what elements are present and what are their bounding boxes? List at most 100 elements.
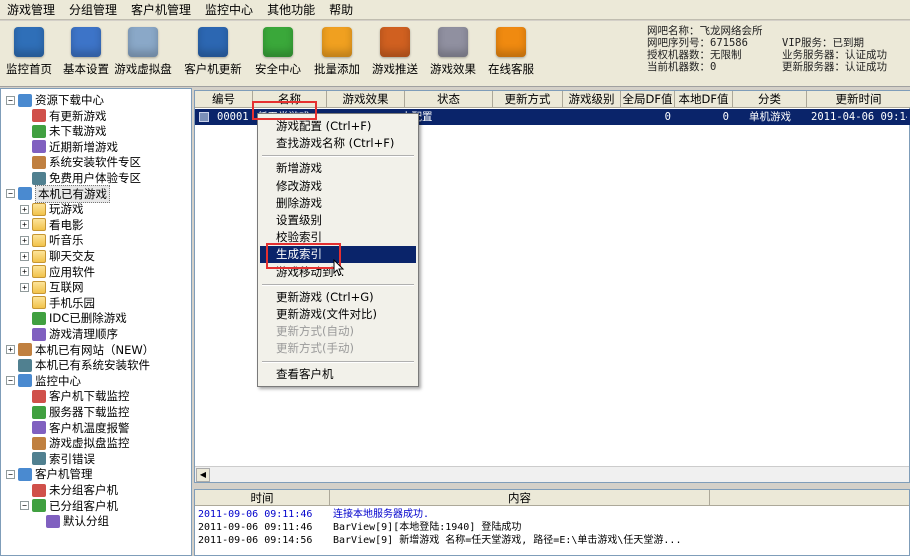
collapse-icon[interactable]: −: [6, 469, 15, 479]
context-menu-item-7[interactable]: 校验索引: [260, 229, 416, 246]
tree-node[interactable]: 手机乐园: [20, 295, 95, 311]
column-header-5[interactable]: 游戏级别: [563, 91, 621, 108]
context-menu-item-11[interactable]: 更新游戏 (Ctrl+G): [260, 289, 416, 306]
tree-node[interactable]: 游戏清理顺序: [20, 326, 118, 342]
log-col-content[interactable]: 内容: [330, 490, 710, 506]
column-header-3[interactable]: 状态: [405, 91, 493, 108]
tree-node[interactable]: 未分组客户机: [20, 482, 118, 498]
tree-node-label: 聊天交友: [49, 249, 95, 263]
tree-node[interactable]: 客户机下载监控: [20, 388, 130, 404]
collapse-icon[interactable]: −: [6, 189, 15, 199]
tree-node[interactable]: + 互联网: [20, 279, 84, 295]
tree-node[interactable]: − 本机已有游戏: [6, 184, 110, 203]
tree-node[interactable]: + 听音乐: [20, 232, 84, 248]
tree-node[interactable]: + 看电影: [20, 217, 84, 233]
expand-icon[interactable]: +: [20, 267, 29, 277]
context-menu-item-12[interactable]: 更新游戏(文件对比): [260, 306, 416, 323]
tree-node-label: 手机乐园: [49, 295, 95, 310]
tree-node[interactable]: 近期新增游戏: [20, 139, 118, 155]
row-game-icon: [199, 112, 209, 122]
collapse-icon[interactable]: −: [20, 501, 29, 511]
tree-node[interactable]: + 应用软件: [20, 264, 95, 280]
toolbar-button-batch-add[interactable]: 批量添加: [308, 25, 366, 83]
context-menu-item-4[interactable]: 修改游戏: [260, 178, 416, 195]
mouse-cursor-icon: [333, 259, 345, 276]
tree-node[interactable]: 有更新游戏: [20, 108, 107, 124]
expand-icon[interactable]: +: [20, 282, 29, 292]
index-error-icon: [32, 452, 46, 466]
toolbar-button-monitor[interactable]: 监控首页: [0, 25, 58, 83]
menu-item-1[interactable]: 分组管理: [62, 0, 124, 20]
column-header-0[interactable]: 编号: [195, 91, 253, 108]
context-menu-item-1[interactable]: 查找游戏名称 (Ctrl+F): [260, 135, 416, 152]
column-header-8[interactable]: 分类: [733, 91, 807, 108]
tree-node[interactable]: IDC已删除游戏: [20, 310, 127, 326]
log-col-time[interactable]: 时间: [195, 490, 330, 506]
expand-icon[interactable]: +: [20, 235, 29, 245]
menu-item-0[interactable]: 游戏管理: [0, 0, 62, 20]
toolbar-button-gear[interactable]: 基本设置: [57, 25, 115, 83]
tree-node[interactable]: 默认分组: [34, 513, 109, 529]
context-menu-item-5[interactable]: 删除游戏: [260, 195, 416, 212]
toolbar-label: 安全中心: [255, 62, 301, 76]
tree-node[interactable]: 免费用户体验专区: [20, 170, 141, 186]
tree-node[interactable]: + 玩游戏: [20, 201, 84, 217]
tree-node[interactable]: 客户机温度报警: [20, 420, 130, 436]
collapse-icon[interactable]: −: [6, 376, 15, 386]
context-menu-item-16[interactable]: 查看客户机: [260, 366, 416, 383]
context-menu-item-3[interactable]: 新增游戏: [260, 160, 416, 177]
expand-icon[interactable]: +: [20, 220, 29, 230]
tree-node-label: 免费用户体验专区: [49, 171, 141, 185]
column-header-6[interactable]: 全局DF值: [621, 91, 675, 108]
bar-name: 网吧名称：飞龙网络会所: [647, 25, 763, 37]
tree-node[interactable]: 系统安装软件专区: [20, 154, 141, 170]
tree-node[interactable]: + 本机已有网站（NEW）: [6, 342, 154, 358]
context-menu-item-6[interactable]: 设置级别: [260, 212, 416, 229]
install-icon: [32, 155, 46, 169]
tree-node[interactable]: − 监控中心: [6, 373, 81, 389]
toolbar-button-update[interactable]: 客户机更新: [184, 25, 242, 83]
toolbar-button-shield[interactable]: 安全中心: [249, 25, 307, 83]
column-header-9[interactable]: 更新时间: [807, 91, 910, 108]
folder-icon: [32, 280, 46, 294]
current-count: 当前机器数：0: [647, 61, 717, 73]
tree-node[interactable]: 游戏虚拟盘监控: [20, 435, 130, 451]
tree-node-label: 本机已有网站（NEW）: [35, 342, 155, 357]
shield-icon: [263, 27, 293, 57]
tree-node[interactable]: 本机已有系统安装软件: [6, 357, 150, 373]
expand-icon[interactable]: +: [6, 345, 15, 355]
toolbar-button-chat[interactable]: 在线客服: [482, 25, 540, 83]
horizontal-scrollbar[interactable]: ◀: [195, 466, 909, 482]
disk-icon: [128, 27, 158, 57]
toolbar-button-push[interactable]: 游戏推送: [366, 25, 424, 83]
toolbar-button-gamepad[interactable]: 游戏效果: [424, 25, 482, 83]
menu-separator: [262, 283, 414, 286]
menu-item-4[interactable]: 其他功能: [260, 0, 322, 20]
menu-item-2[interactable]: 客户机管理: [124, 0, 198, 20]
column-header-1[interactable]: 名称: [253, 91, 327, 108]
expand-icon[interactable]: +: [20, 204, 29, 214]
tree-node[interactable]: − 已分组客户机: [20, 498, 118, 514]
tree-node[interactable]: 未下载游戏: [20, 123, 107, 139]
tree-node-label: 应用软件: [49, 264, 95, 279]
column-header-7[interactable]: 本地DF值: [675, 91, 733, 108]
menu-item-3[interactable]: 监控中心: [198, 0, 260, 20]
menu-separator: [262, 360, 414, 363]
tree-node[interactable]: − 资源下载中心: [6, 92, 104, 108]
context-menu-item-14[interactable]: 更新方式(手动): [260, 340, 416, 357]
tree-node[interactable]: − 客户机管理: [6, 466, 93, 482]
scroll-left-arrow-icon[interactable]: ◀: [196, 468, 210, 482]
tree-node[interactable]: 索引错误: [20, 451, 95, 467]
tree-node[interactable]: 服务器下载监控: [20, 404, 130, 420]
column-header-4[interactable]: 更新方式: [493, 91, 563, 108]
tree-node[interactable]: + 聊天交友: [20, 248, 95, 264]
toolbar-button-disk[interactable]: 游戏虚拟盘: [114, 25, 172, 83]
server-download-icon: [32, 405, 46, 419]
collapse-icon[interactable]: −: [6, 95, 15, 105]
tree-node-label: 资源下载中心: [35, 93, 104, 107]
context-menu-item-0[interactable]: 游戏配置 (Ctrl+F): [260, 118, 416, 135]
column-header-2[interactable]: 游戏效果: [327, 91, 405, 108]
context-menu-item-13[interactable]: 更新方式(自动): [260, 323, 416, 340]
expand-icon[interactable]: +: [20, 251, 29, 261]
menu-item-5[interactable]: 帮助: [322, 0, 360, 20]
